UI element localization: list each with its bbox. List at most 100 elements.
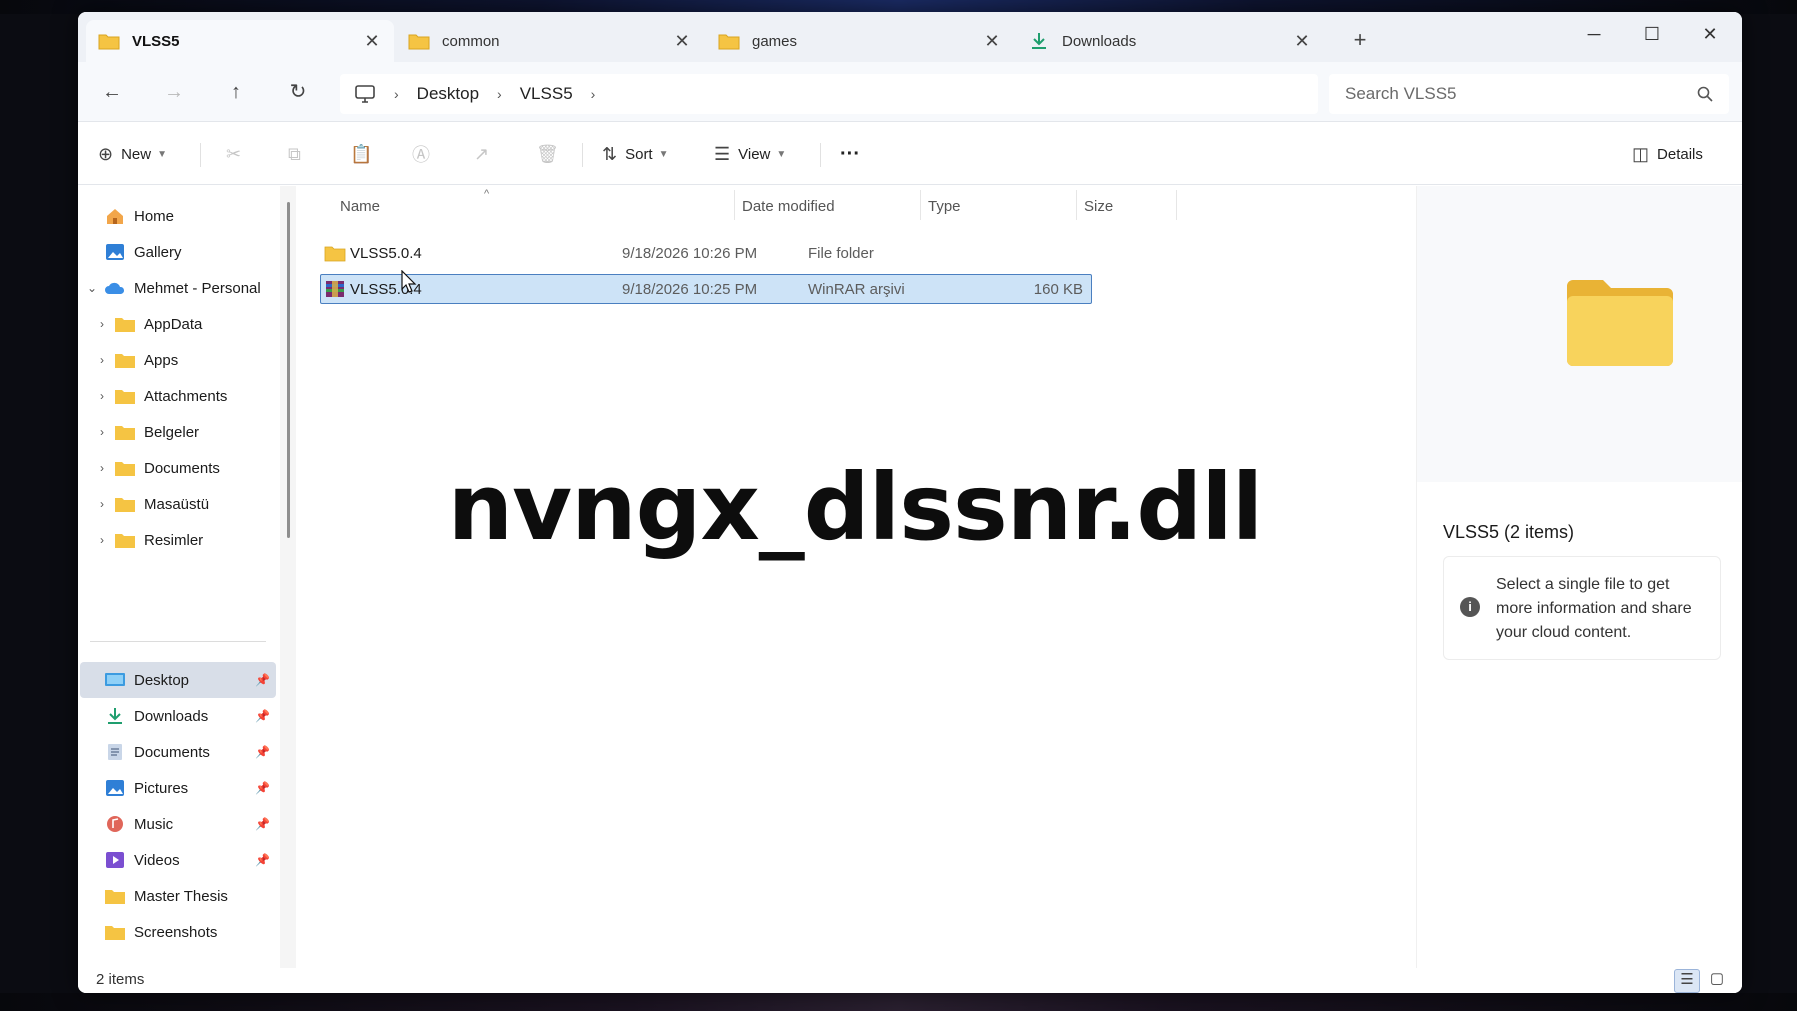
tab-label: common xyxy=(442,32,500,50)
folder-icon xyxy=(115,318,135,332)
sidebar-item-masaustu[interactable]: › Masaüstü xyxy=(90,486,278,522)
pin-icon[interactable]: 📌 xyxy=(255,817,270,831)
delete-button[interactable]: 🗑 xyxy=(536,137,567,171)
sort-button[interactable]: ⇅ Sort ▼ xyxy=(602,137,669,171)
back-button[interactable]: ← xyxy=(96,76,128,108)
sidebar-item-documents[interactable]: Documents 📌 xyxy=(80,734,276,770)
close-icon[interactable]: ✕ xyxy=(362,31,382,52)
pin-icon[interactable]: 📌 xyxy=(255,781,270,795)
cloud-icon xyxy=(105,282,125,294)
column-divider[interactable] xyxy=(920,190,921,220)
pin-icon[interactable]: 📌 xyxy=(255,853,270,867)
search-input[interactable]: Search VLSS5 xyxy=(1345,84,1697,104)
breadcrumb-separator[interactable]: › xyxy=(591,86,596,102)
tab-games[interactable]: games ✕ xyxy=(706,20,1014,62)
breadcrumb-vlss5[interactable]: VLSS5 xyxy=(520,84,573,104)
details-view-button[interactable]: ☰ xyxy=(1674,969,1700,993)
sidebar-item-documents-cloud[interactable]: › Documents xyxy=(90,450,278,486)
chevron-right-icon[interactable]: › xyxy=(90,353,114,367)
up-button[interactable]: ↑ xyxy=(220,76,252,108)
details-label: Details xyxy=(1657,145,1703,163)
new-label: New xyxy=(121,145,152,163)
search-box[interactable]: Search VLSS5 xyxy=(1329,74,1729,114)
item-count: 2 items xyxy=(96,971,145,988)
details-button[interactable]: ◫ Details xyxy=(1632,137,1703,171)
column-divider[interactable] xyxy=(1076,190,1077,220)
copy-button[interactable]: ⧉ xyxy=(288,137,309,171)
column-header-type[interactable]: Type xyxy=(928,198,961,215)
sidebar-item-belgeler[interactable]: › Belgeler xyxy=(90,414,278,450)
address-bar[interactable]: › Desktop › VLSS5 › xyxy=(340,74,1318,114)
more-options-button[interactable]: ··· xyxy=(840,137,860,171)
sidebar-item-screenshots[interactable]: Screenshots xyxy=(80,914,276,950)
forward-button[interactable]: → xyxy=(158,76,190,108)
rename-button[interactable]: Ⓐ xyxy=(412,137,438,171)
sidebar-item-pictures[interactable]: Pictures 📌 xyxy=(80,770,276,806)
file-explorer-window: VLSS5 ✕ common ✕ games ✕ Downloads ✕ + ─… xyxy=(78,12,1742,993)
sidebar-item-attachments[interactable]: › Attachments xyxy=(90,378,278,414)
breadcrumb-separator[interactable]: › xyxy=(394,86,399,102)
navigation-bar: ← → ↑ ↻ › Desktop › VLSS5 › Search VLSS5 xyxy=(78,62,1742,122)
chevron-right-icon[interactable]: › xyxy=(90,497,114,511)
chevron-right-icon[interactable]: › xyxy=(90,533,114,547)
sidebar-item-label: Videos xyxy=(134,851,180,869)
sidebar-scrollbar[interactable] xyxy=(287,202,290,538)
chevron-down-icon[interactable]: ⌄ xyxy=(80,281,104,295)
paste-button[interactable]: 📋 xyxy=(350,137,380,171)
search-icon[interactable] xyxy=(1697,86,1713,102)
file-row[interactable]: VLSS5.0.4 9/18/2026 10:26 PM File folder xyxy=(320,238,1092,268)
folder-icon xyxy=(115,426,135,440)
winrar-icon xyxy=(326,281,344,297)
tab-vlss5[interactable]: VLSS5 ✕ xyxy=(86,20,394,62)
share-button[interactable]: ↗ xyxy=(474,137,497,171)
file-row-selected[interactable]: VLSS5.0.4 9/18/2026 10:25 PM WinRAR arşi… xyxy=(320,274,1092,304)
info-card: i Select a single file to get more infor… xyxy=(1443,556,1721,660)
sidebar-item-apps[interactable]: › Apps xyxy=(90,342,278,378)
sidebar-item-videos[interactable]: Videos 📌 xyxy=(80,842,276,878)
sidebar-item-downloads[interactable]: Downloads 📌 xyxy=(80,698,276,734)
maximize-button[interactable]: ☐ xyxy=(1632,18,1672,50)
sidebar-item-gallery[interactable]: Gallery xyxy=(80,234,276,270)
breadcrumb-desktop[interactable]: Desktop xyxy=(417,84,479,104)
column-divider[interactable] xyxy=(1176,190,1177,220)
download-icon xyxy=(108,708,122,724)
view-icon: ☰ xyxy=(714,143,731,164)
pin-icon[interactable]: 📌 xyxy=(255,673,270,687)
cut-button[interactable]: ✂ xyxy=(226,137,249,171)
file-size: 160 KB xyxy=(1033,280,1083,298)
refresh-button[interactable]: ↻ xyxy=(282,76,314,108)
folder-icon xyxy=(115,390,135,404)
sort-icon: ⇅ xyxy=(602,143,618,164)
view-button[interactable]: ☰ View ▼ xyxy=(714,137,786,171)
breadcrumb-separator[interactable]: › xyxy=(497,86,502,102)
sidebar-item-home[interactable]: Home xyxy=(80,198,276,234)
sidebar-item-resimler[interactable]: › Resimler xyxy=(90,522,278,558)
computer-icon[interactable] xyxy=(354,85,376,103)
new-button[interactable]: ⊕ New ▼ xyxy=(98,137,167,171)
sidebar-item-music[interactable]: Music 📌 xyxy=(80,806,276,842)
pin-icon[interactable]: 📌 xyxy=(255,709,270,723)
tab-downloads[interactable]: Downloads ✕ xyxy=(1016,20,1324,62)
column-header-date[interactable]: Date modified xyxy=(742,198,835,215)
tiles-view-button[interactable]: ▢ xyxy=(1704,969,1730,993)
sidebar-item-master-thesis[interactable]: Master Thesis xyxy=(80,878,276,914)
chevron-right-icon[interactable]: › xyxy=(90,461,114,475)
close-icon[interactable]: ✕ xyxy=(1292,31,1312,52)
column-divider[interactable] xyxy=(734,190,735,220)
sidebar-item-appdata[interactable]: › AppData xyxy=(90,306,278,342)
tab-common[interactable]: common ✕ xyxy=(396,20,704,62)
sidebar-item-onedrive[interactable]: ⌄ Mehmet - Personal xyxy=(80,270,276,306)
sidebar-item-desktop[interactable]: Desktop 📌 xyxy=(80,662,276,698)
close-window-button[interactable]: ✕ xyxy=(1690,18,1730,50)
minimize-button[interactable]: ─ xyxy=(1574,18,1614,50)
folder-icon xyxy=(105,890,125,904)
chevron-right-icon[interactable]: › xyxy=(90,317,114,331)
column-header-name[interactable]: Name xyxy=(340,198,380,215)
close-icon[interactable]: ✕ xyxy=(982,31,1002,52)
chevron-right-icon[interactable]: › xyxy=(90,389,114,403)
close-icon[interactable]: ✕ xyxy=(672,31,692,52)
column-header-size[interactable]: Size xyxy=(1084,198,1113,215)
chevron-right-icon[interactable]: › xyxy=(90,425,114,439)
pin-icon[interactable]: 📌 xyxy=(255,745,270,759)
new-tab-button[interactable]: + xyxy=(1346,26,1374,54)
